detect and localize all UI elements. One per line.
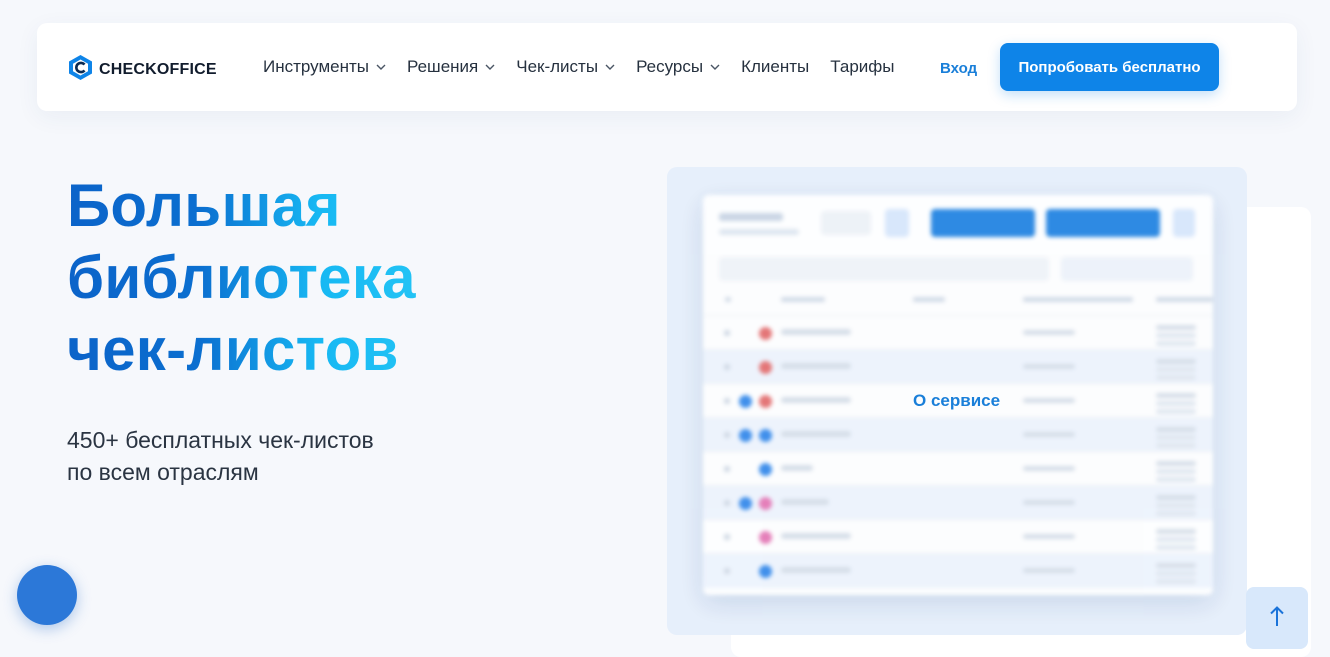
hero-title-line: Большая [67,170,416,242]
hero-subtitle-line: 450+ бесплатных чек-листов [67,427,374,453]
nav-item-checklists[interactable]: Чек-листы [516,57,615,77]
hero-subtitle: 450+ бесплатных чек-листов по всем отрас… [67,424,374,488]
checkoffice-logo-icon [68,54,93,86]
hero-title-line: чек-листов [67,314,416,386]
arrow-up-icon [1269,605,1285,632]
login-link[interactable]: Вход [940,60,977,77]
nav-item-label: Ресурсы [636,57,704,76]
nav-item-pricing[interactable]: Тарифы [830,57,894,77]
hero-subtitle-line: по всем отраслям [67,459,259,485]
blurred-table-row [703,519,1213,554]
nav-item-instruments[interactable]: Инструменты [263,57,386,77]
chevron-down-icon [485,64,495,70]
nav-item-clients[interactable]: Клиенты [741,57,809,77]
blurred-primary-button [1046,209,1160,237]
nav-item-solutions[interactable]: Решения [407,57,495,77]
chevron-down-icon [710,64,720,70]
nav-item-label: Тарифы [830,57,895,76]
chevron-down-icon [605,64,615,70]
blurred-table-row [703,349,1213,384]
scroll-to-top-button[interactable] [1246,587,1308,649]
blurred-chip [821,211,871,235]
service-preview[interactable]: О сервисе [667,167,1247,635]
blurred-table-row [703,315,1213,350]
blurred-filter [1061,257,1193,281]
chevron-down-icon [376,64,386,70]
top-navbar: CHECKOFFICE Инструменты Решения Чек-лист… [37,23,1297,111]
try-free-button[interactable]: Попробовать бесплатно [1000,43,1219,91]
blurred-primary-button [931,209,1035,237]
nav-item-label: Решения [407,57,479,76]
nav-item-label: Чек-листы [516,57,599,76]
blurred-icon-button [1173,209,1195,237]
brand-name: CHECKOFFICE [99,61,217,78]
chat-bubble-icon[interactable] [17,565,77,625]
nav-item-label: Клиенты [741,57,810,76]
hero-title-line: библиотека [67,242,416,314]
blurred-table-header [703,291,1213,309]
nav-item-resources[interactable]: Ресурсы [636,57,720,77]
blurred-table-row [703,451,1213,486]
main-nav: Инструменты Решения Чек-листы Ресурсы Кл… [263,57,916,77]
nav-item-label: Инструменты [263,57,370,76]
brand-logo[interactable]: CHECKOFFICE [68,54,217,86]
blurred-table-row [703,417,1213,452]
hero-title: Большая библиотека чек-листов [67,170,416,386]
blurred-subheading [719,229,799,235]
blurred-table-row [703,485,1213,520]
blurred-icon-button [885,209,909,237]
blurred-search-bar [719,257,1049,281]
blurred-table-row [703,553,1213,588]
about-service-link[interactable]: О сервисе [913,391,1000,411]
blurred-heading [719,213,783,221]
